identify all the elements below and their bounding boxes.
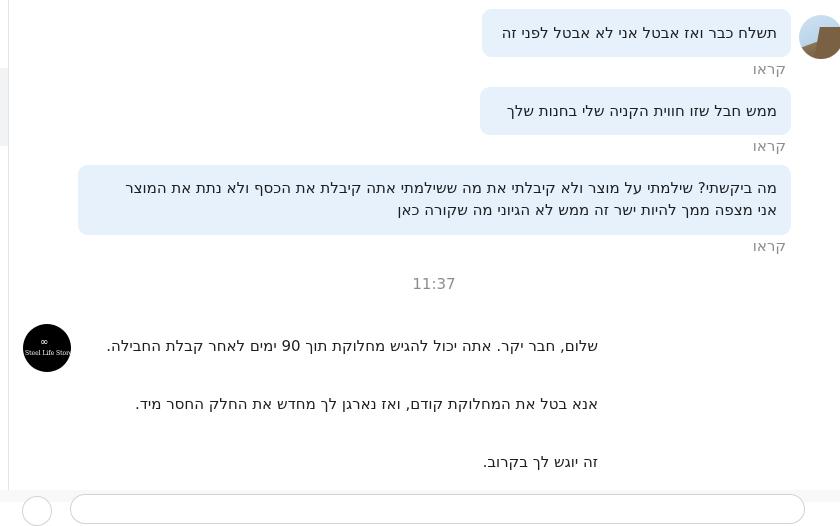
outgoing-message-1[interactable]: תשלח כבר ואז אבטל אני לא אבטל לפני זה <box>482 9 791 57</box>
outgoing-message-1-text: תשלח כבר ואז אבטל אני לא אבטל לפני זה <box>501 24 777 42</box>
incoming-message-3: זה יוגש לך בקרוב. <box>482 453 598 471</box>
left-panel-shade <box>0 68 8 146</box>
store-avatar[interactable]: ∞ Steel Life Store <box>23 324 71 372</box>
incoming-message-1: שלום, חבר יקר. אתה יכול להגיש מחלוקת תוך… <box>106 337 598 355</box>
attach-button[interactable] <box>22 496 52 526</box>
outgoing-message-2-text: ממש חבל שזו חווית הקניה שלי בחנות שלך <box>506 102 777 120</box>
outgoing-message-3[interactable]: מה ביקשתי? שילמתי על מוצר ולא קיבלתי את … <box>78 165 791 235</box>
avatar-photo <box>814 27 840 59</box>
message-input[interactable] <box>70 494 805 524</box>
outgoing-message-3-line-1: מה ביקשתי? שילמתי על מוצר ולא קיבלתי את … <box>125 179 777 197</box>
bicycle-icon: ∞ <box>40 337 48 348</box>
user-avatar[interactable] <box>799 15 840 59</box>
store-logo-text: Steel Life Store <box>25 350 71 357</box>
read-status-3: קראו <box>752 237 786 255</box>
outgoing-message-3-line-2: אני מצפה ממך להיות ישר זה ממש לא הגיוני … <box>397 201 777 219</box>
outgoing-message-2[interactable]: ממש חבל שזו חווית הקניה שלי בחנות שלך <box>480 87 791 135</box>
message-timestamp: 11:37 <box>412 275 456 293</box>
read-status-1: קראו <box>752 60 786 78</box>
incoming-message-2: אנא בטל את המחלוקת קודם, ואז נארגן לך מח… <box>134 395 598 413</box>
read-status-2: קראו <box>752 137 786 155</box>
left-panel-edge <box>0 0 9 502</box>
